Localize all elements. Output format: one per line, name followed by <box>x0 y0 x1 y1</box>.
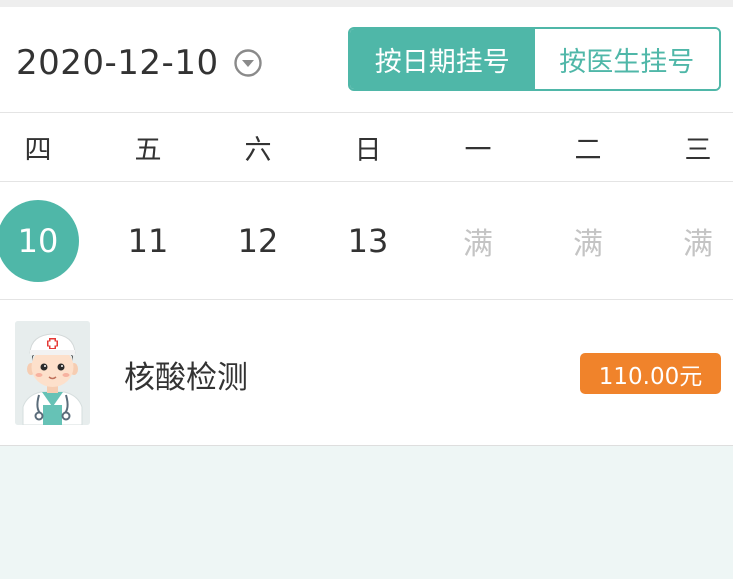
day-number: 10 <box>17 221 59 260</box>
day-number: 13 <box>347 221 389 260</box>
day-number: 11 <box>127 221 169 260</box>
date-picker[interactable]: 2020-12-10 <box>16 39 263 87</box>
day-cell-selected[interactable]: 10 <box>0 182 93 299</box>
day-full-label: 满 <box>683 226 713 262</box>
selected-day-circle: 10 <box>0 199 79 282</box>
weekday-label: 四 <box>24 134 52 166</box>
header-bar: 2020-12-10 按日期挂号 按医生挂号 <box>0 7 733 113</box>
doctor-avatar-icon <box>15 321 90 425</box>
registration-mode-toggle: 按日期挂号 按医生挂号 <box>348 27 721 91</box>
weekday-label: 五 <box>134 134 162 166</box>
weekday-label: 日 <box>354 134 382 166</box>
selected-date: 2020-12-10 <box>16 43 219 83</box>
day-cell-full[interactable]: 满 <box>423 182 533 299</box>
top-divider-strip <box>0 0 733 7</box>
tab-by-doctor[interactable]: 按医生挂号 <box>534 29 719 89</box>
day-cell[interactable]: 11 <box>93 182 203 299</box>
day-cell-full[interactable]: 满 <box>533 182 643 299</box>
tab-by-date[interactable]: 按日期挂号 <box>350 29 535 89</box>
weekday-label: 一 <box>464 134 492 166</box>
day-full-label: 满 <box>463 226 493 262</box>
day-cell-full[interactable]: 满 <box>643 182 733 299</box>
day-cell[interactable]: 12 <box>203 182 313 299</box>
weekday-label: 六 <box>244 134 272 166</box>
weekday-header-row: 四 五 六 日 一 二 三 <box>0 113 733 182</box>
day-cell[interactable]: 13 <box>313 182 423 299</box>
service-list-item[interactable]: 核酸检测 110.00元 <box>0 300 733 446</box>
price-badge: 110.00元 <box>580 353 721 394</box>
service-name: 核酸检测 <box>124 360 248 396</box>
weekday-label: 三 <box>684 134 712 166</box>
dropdown-circle-icon[interactable] <box>233 48 263 78</box>
date-selector-row: 10 11 12 13 满 满 满 <box>0 182 733 300</box>
weekday-label: 二 <box>574 134 602 166</box>
day-number: 12 <box>237 221 279 260</box>
day-full-label: 满 <box>573 226 603 262</box>
